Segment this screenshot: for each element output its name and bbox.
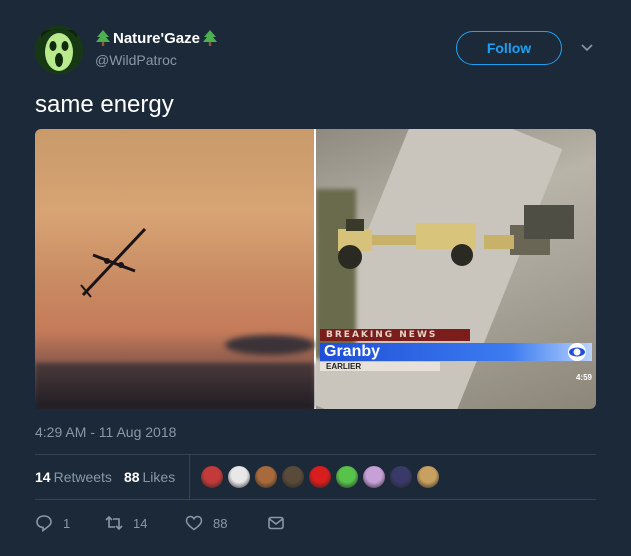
news-clock: 4:59 <box>575 373 592 382</box>
news-location-bar: Granby <box>320 343 592 361</box>
cloud-shape <box>225 335 315 355</box>
news-banner: BREAKING NEWS <box>320 329 470 341</box>
heart-icon <box>185 515 203 531</box>
liker-avatars <box>200 465 441 489</box>
retweets-count: 14 <box>35 469 51 485</box>
envelope-icon <box>268 516 284 530</box>
likes-stat[interactable]: 88 Likes <box>124 469 175 485</box>
evergreen-tree-icon <box>202 29 218 47</box>
direct-message-button[interactable] <box>267 514 285 532</box>
scream-mask-avatar-icon <box>35 26 83 74</box>
stats-divider <box>189 455 191 499</box>
tweet-text: same energy <box>35 91 174 118</box>
reply-icon <box>36 515 52 532</box>
liker-avatar[interactable] <box>335 465 360 489</box>
evergreen-tree-icon <box>95 29 111 47</box>
tweet-stats: 14 Retweets 88 Likes <box>35 455 441 499</box>
tweet-actions: 1 14 88 <box>35 512 285 534</box>
liker-avatar[interactable] <box>200 465 225 489</box>
media-image-plane[interactable] <box>35 129 315 409</box>
media-image-bulldozer[interactable]: BREAKING NEWS Granby EARLIER 4:59 <box>316 129 596 409</box>
reply-count: 1 <box>63 515 71 531</box>
follow-button[interactable]: Follow <box>456 31 562 65</box>
likes-label: Likes <box>142 469 176 485</box>
news-tag: EARLIER <box>320 362 440 371</box>
liker-avatar[interactable] <box>227 465 252 489</box>
airplane-icon <box>80 227 147 298</box>
retweets-label: Retweets <box>53 469 112 485</box>
like-count: 88 <box>213 515 228 531</box>
liker-avatar[interactable] <box>416 465 441 489</box>
liker-avatar[interactable] <box>281 465 306 489</box>
divider-bottom <box>35 499 596 500</box>
retweet-icon <box>105 515 123 531</box>
avatar[interactable] <box>35 26 83 74</box>
liker-avatar[interactable] <box>389 465 414 489</box>
retweet-button[interactable]: 14 <box>105 514 185 532</box>
likes-count: 88 <box>123 469 140 485</box>
liker-avatar[interactable] <box>308 465 333 489</box>
tweet-timestamp[interactable]: 4:29 AM - 11 Aug 2018 <box>35 424 176 440</box>
author-handle[interactable]: @WildPatroc <box>95 52 177 68</box>
retweets-stat[interactable]: 14 Retweets <box>35 469 112 485</box>
cloud-bank <box>35 363 314 409</box>
chevron-down-icon[interactable] <box>580 41 594 55</box>
tweet-card: Nature'Gaze @WildPatroc Follow same ener… <box>0 0 631 556</box>
author-name-row[interactable]: Nature'Gaze <box>95 29 218 47</box>
liker-avatar[interactable] <box>254 465 279 489</box>
like-button[interactable]: 88 <box>185 514 267 532</box>
news-lower-third: BREAKING NEWS Granby EARLIER <box>320 329 596 379</box>
news-location: Granby <box>324 343 381 360</box>
bulldozer-icon <box>338 205 574 269</box>
reply-button[interactable]: 1 <box>35 514 105 532</box>
author-display-name[interactable]: Nature'Gaze <box>113 30 200 47</box>
retweet-count: 14 <box>133 515 148 531</box>
tweet-media[interactable]: BREAKING NEWS Granby EARLIER 4:59 <box>35 129 596 409</box>
liker-avatar[interactable] <box>362 465 387 489</box>
cbs-eye-icon <box>568 343 586 361</box>
